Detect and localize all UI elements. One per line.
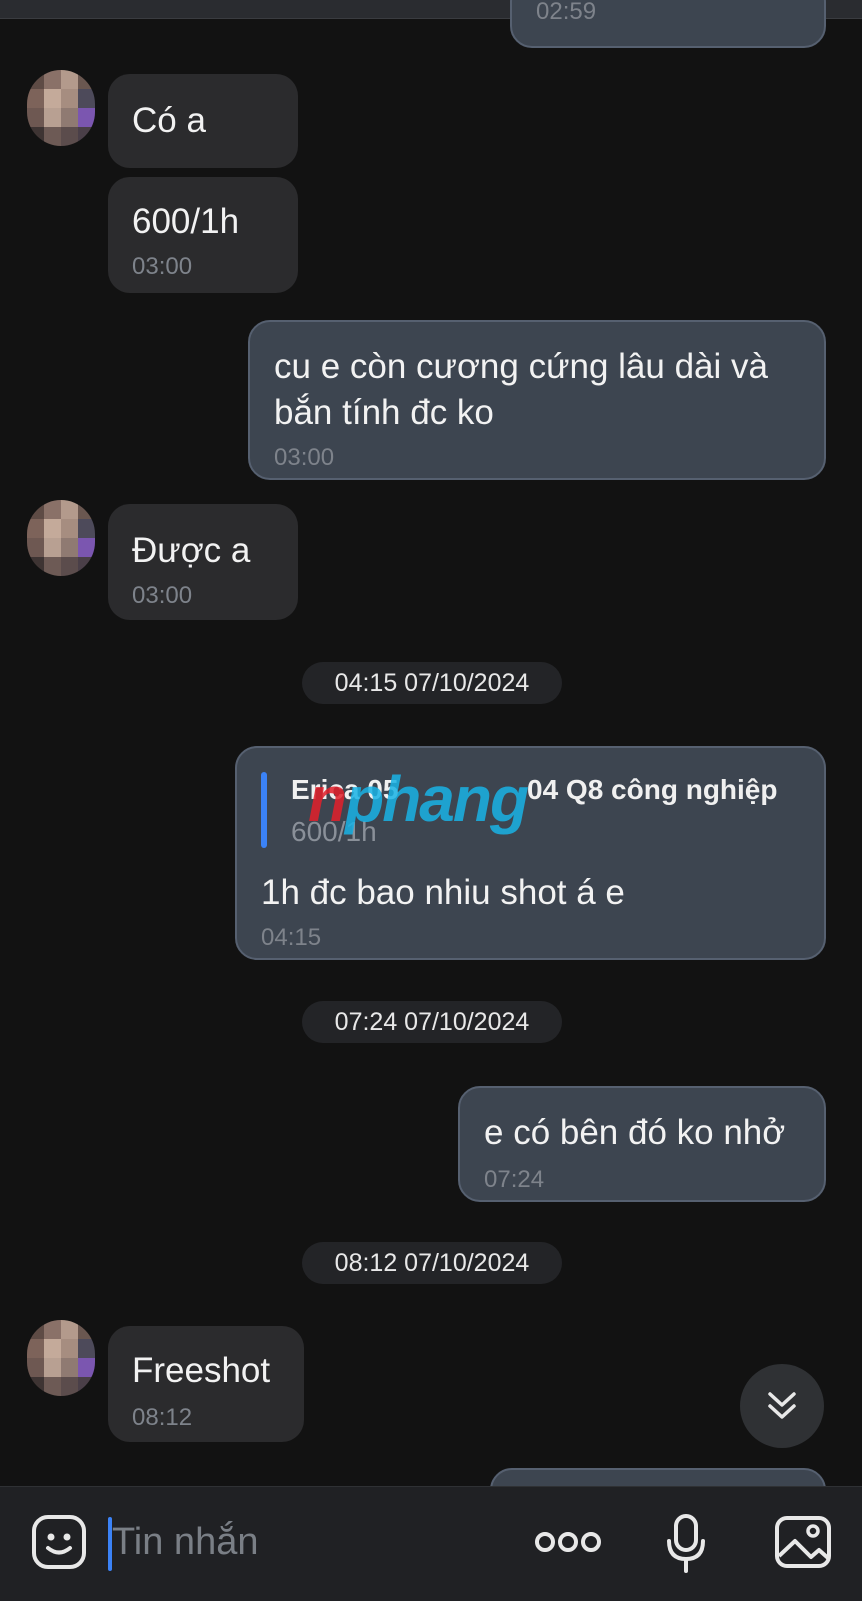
incoming-message-bubble[interactable]: Có a — [108, 74, 298, 168]
message-composer-bar: Tin nhắn — [0, 1486, 862, 1601]
outgoing-message-bubble[interactable]: 02:59 — [510, 0, 826, 48]
chat-thread[interactable]: 02:59 Có a 600/1h 03:00 cu e còn cương c… — [0, 0, 862, 1486]
microphone-icon — [667, 1514, 705, 1573]
outgoing-message-bubble[interactable]: e có bên đó ko nhở 07:24 — [458, 1086, 826, 1202]
date-separator: 04:15 07/10/2024 — [302, 662, 562, 704]
quote-text: 600/1h — [291, 816, 377, 847]
message-text-line: cu e còn cương cứng lâu dài và — [274, 347, 768, 386]
more-options-button[interactable] — [528, 1517, 608, 1567]
quote-indicator-bar — [261, 772, 267, 848]
message-text: Có a — [132, 101, 206, 140]
emoji-button[interactable] — [28, 1511, 90, 1573]
message-time: 07:24 — [484, 1166, 545, 1193]
message-text: 1h đc bao nhiu shot á e — [261, 873, 625, 912]
voice-message-button[interactable] — [656, 1509, 716, 1579]
image-gallery-icon — [775, 1516, 831, 1568]
emoji-sticker-icon — [32, 1515, 86, 1569]
contact-avatar[interactable] — [27, 70, 95, 146]
quote-author: Erica 05 — [291, 774, 399, 805]
more-dots-icon — [535, 1532, 601, 1552]
scroll-to-bottom-button[interactable] — [740, 1364, 824, 1448]
message-text: e có bên đó ko nhở — [484, 1113, 786, 1152]
message-input-placeholder: Tin nhắn — [112, 1521, 259, 1563]
message-text: Được a — [132, 531, 251, 570]
incoming-message-bubble[interactable]: Freeshot 08:12 — [108, 1326, 304, 1442]
quote-author-tail: 04 Q8 công nghiệp — [527, 774, 778, 805]
incoming-message-bubble[interactable]: Được a 03:00 — [108, 504, 298, 620]
contact-avatar[interactable] — [27, 500, 95, 576]
date-separator: 07:24 07/10/2024 — [302, 1001, 562, 1043]
scroll-down-chevron-icon — [768, 1392, 796, 1419]
message-time: 03:00 — [274, 444, 335, 471]
contact-avatar[interactable] — [27, 1320, 95, 1396]
message-time: 03:00 — [132, 582, 193, 609]
message-input[interactable]: Tin nhắn — [108, 1513, 488, 1573]
outgoing-message-bubble[interactable] — [490, 1468, 826, 1486]
message-time: 03:00 — [132, 253, 193, 280]
message-time: 04:15 — [261, 924, 322, 951]
gallery-button[interactable] — [770, 1511, 836, 1573]
incoming-message-bubble[interactable]: 600/1h 03:00 — [108, 177, 298, 293]
date-separator: 08:12 07/10/2024 — [302, 1242, 562, 1284]
message-text: Freeshot — [132, 1351, 271, 1390]
message-text: 600/1h — [132, 202, 240, 241]
outgoing-reply-bubble[interactable]: Erica 05 04 Q8 công nghiệp 600/1h 1h đc … — [235, 746, 826, 960]
message-time: 08:12 — [132, 1404, 193, 1431]
outgoing-message-bubble[interactable]: cu e còn cương cứng lâu dài và bắn tính … — [248, 320, 826, 480]
message-text-line: bắn tính đc ko — [274, 393, 494, 432]
message-time: 02:59 — [536, 0, 597, 25]
